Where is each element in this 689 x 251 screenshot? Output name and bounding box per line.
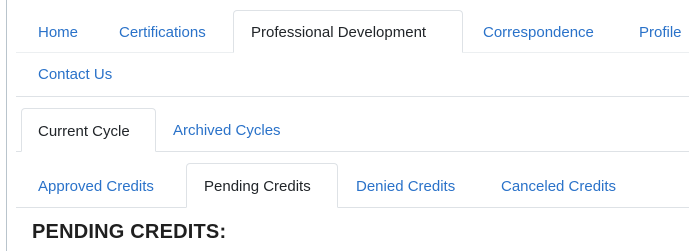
tab-profile[interactable]: Profile bbox=[624, 10, 682, 43]
tab-canceled-credits[interactable]: Canceled Credits bbox=[485, 164, 616, 197]
tab-certifications[interactable]: Certifications bbox=[103, 10, 206, 43]
section-heading: PENDING CREDITS: bbox=[32, 221, 227, 243]
main-nav-divider bbox=[16, 96, 689, 97]
tab-professional-development[interactable]: Professional Development bbox=[233, 10, 463, 53]
tab-home[interactable]: Home bbox=[16, 10, 101, 52]
tab-current-cycle[interactable]: Current Cycle bbox=[21, 108, 156, 152]
credits-nav-divider bbox=[16, 207, 689, 208]
tab-pending-credits[interactable]: Pending Credits bbox=[186, 163, 338, 208]
tab-archived-cycles[interactable]: Archived Cycles bbox=[158, 108, 281, 141]
tab-approved-credits[interactable]: Approved Credits bbox=[22, 164, 154, 197]
tab-denied-credits[interactable]: Denied Credits bbox=[340, 164, 455, 197]
tab-contact-us[interactable]: Contact Us bbox=[22, 56, 112, 85]
tab-correspondence[interactable]: Correspondence bbox=[467, 10, 594, 43]
